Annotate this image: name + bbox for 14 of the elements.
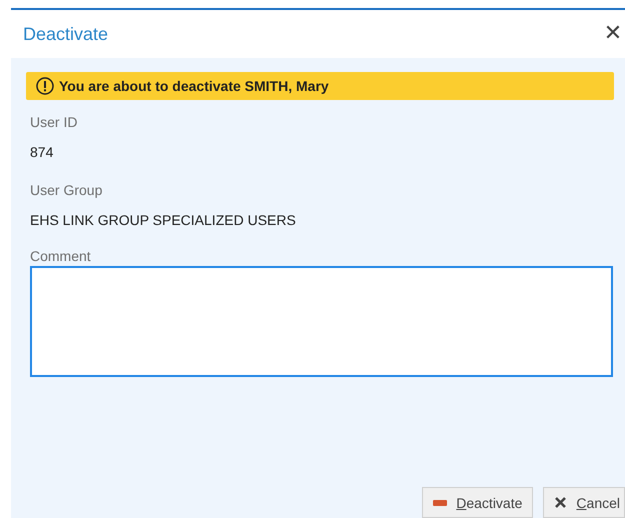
comment-field[interactable] bbox=[30, 266, 613, 377]
close-icon bbox=[554, 496, 568, 509]
field-label: Comment bbox=[30, 247, 92, 266]
field-label: User Group bbox=[30, 181, 104, 200]
deactivate-button[interactable]: Deactivate bbox=[422, 487, 534, 518]
minus-icon bbox=[433, 500, 448, 506]
warning-icon bbox=[36, 77, 54, 95]
field-label: User ID bbox=[30, 113, 78, 132]
field-value: 874 bbox=[30, 143, 54, 162]
cancel-button[interactable]: Cancel bbox=[543, 487, 625, 518]
close-button[interactable]: ✕ bbox=[601, 22, 625, 46]
field-value: EHS LINK GROUP SPECIALIZED USERS bbox=[30, 211, 297, 230]
dialog-title: Deactivate bbox=[23, 24, 108, 44]
warning-message: You are about to deactivate SMITH, Mary bbox=[59, 78, 329, 94]
